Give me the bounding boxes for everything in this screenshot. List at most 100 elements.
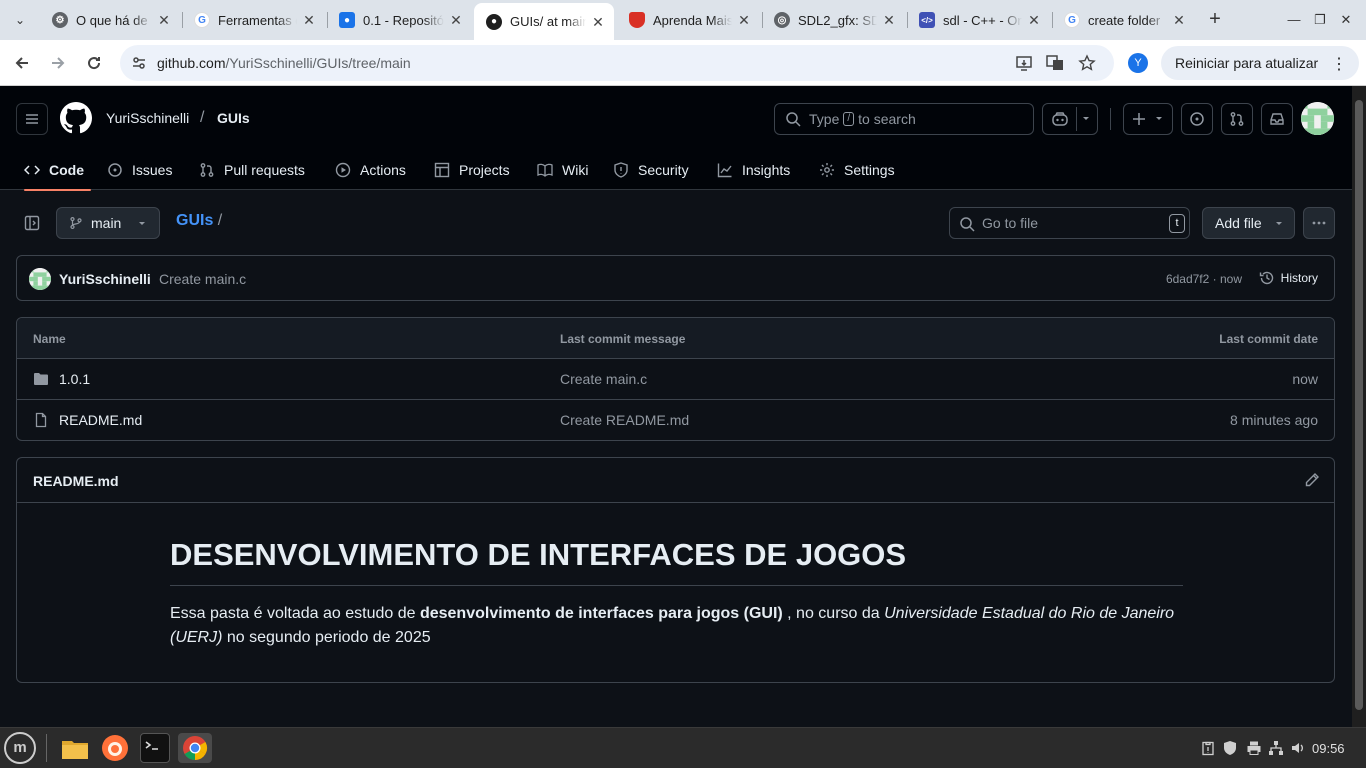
go-to-file-input[interactable]: Go to file t: [949, 207, 1190, 239]
readme-text: , no curso da: [782, 605, 885, 622]
install-app-icon[interactable]: [1015, 54, 1033, 72]
bookmark-star-icon[interactable]: [1078, 54, 1096, 72]
clipboard-icon[interactable]: [1200, 740, 1216, 756]
forward-arrow-icon[interactable]: [44, 49, 72, 77]
create-new-button[interactable]: [1123, 103, 1173, 135]
table-row[interactable]: 1.0.1 Create main.c now: [17, 359, 1334, 400]
commit-hash-time[interactable]: 6dad7f2 · now: [1166, 272, 1242, 286]
chrome-taskbar-icon[interactable]: [178, 733, 212, 763]
path-repo-link[interactable]: GUIs: [176, 212, 213, 229]
browser-tab[interactable]: </> sdl - C++ - On ✕: [907, 5, 1050, 35]
tab-code[interactable]: Code: [24, 150, 91, 191]
browser-tab[interactable]: ◎ SDL2_gfx: SDL ✕: [762, 5, 905, 35]
file-manager-icon[interactable]: [60, 733, 90, 763]
tab-security[interactable]: Security: [613, 150, 689, 190]
close-tab-icon[interactable]: ✕: [1026, 12, 1042, 28]
tab-projects[interactable]: Projects: [434, 150, 510, 190]
file-name-link[interactable]: README.md: [59, 412, 142, 428]
back-arrow-icon[interactable]: [8, 49, 36, 77]
issues-header-button[interactable]: [1181, 103, 1213, 135]
printer-icon[interactable]: [1246, 740, 1262, 756]
commit-author-avatar[interactable]: [29, 268, 51, 290]
browser-tab[interactable]: ⚙ O que há de novo no Chrome ✕: [40, 5, 180, 35]
address-bar[interactable]: github.com/YuriSschinelli/GUIs/tree/main: [120, 45, 1114, 81]
go-to-file-placeholder: Go to file: [982, 215, 1039, 231]
breadcrumb-separator: /: [200, 109, 205, 126]
commit-author[interactable]: YuriSschinelli: [59, 271, 151, 287]
new-tab-plus-icon[interactable]: +: [1203, 8, 1227, 32]
tab-settings[interactable]: Settings: [819, 150, 895, 190]
expand-file-tree-icon[interactable]: [16, 207, 48, 239]
breadcrumb-repo[interactable]: GUIs: [217, 110, 250, 126]
close-tab-icon[interactable]: ✕: [156, 12, 172, 28]
close-tab-icon[interactable]: ✕: [448, 12, 464, 28]
browser-tab[interactable]: Aprenda Mais ✕: [617, 5, 760, 35]
pull-request-icon: [200, 163, 214, 177]
add-file-button[interactable]: Add file: [1202, 207, 1295, 239]
tab-issues[interactable]: Issues: [107, 150, 172, 190]
chevron-down-icon: [139, 222, 145, 225]
play-icon: [335, 162, 351, 178]
commit-message[interactable]: Create main.c: [159, 271, 246, 287]
close-tab-icon[interactable]: ✕: [736, 12, 752, 28]
os-taskbar: m 09:56: [0, 727, 1366, 768]
tab-wiki[interactable]: Wiki: [537, 150, 588, 190]
branch-selector-button[interactable]: main: [56, 207, 160, 239]
github-icon: ●: [486, 13, 502, 30]
breadcrumb-owner[interactable]: YuriSschinelli: [106, 110, 189, 126]
add-file-label: Add file: [1215, 215, 1262, 231]
close-tab-icon[interactable]: ✕: [301, 12, 317, 28]
file-name-link[interactable]: 1.0.1: [59, 371, 90, 387]
start-menu-icon[interactable]: m: [4, 732, 36, 764]
table-row[interactable]: README.md Create README.md 8 minutes ago: [17, 400, 1334, 440]
minimize-icon[interactable]: —: [1284, 10, 1304, 30]
user-avatar[interactable]: [1301, 102, 1334, 135]
row-commit-message[interactable]: Create README.md: [560, 412, 689, 428]
translate-icon[interactable]: [1046, 54, 1064, 72]
kebab-menu-icon[interactable]: ⋮: [1331, 54, 1347, 74]
browser-tab[interactable]: G Ferramentas do Google ✕: [182, 5, 325, 35]
update-shield-icon[interactable]: [1222, 740, 1238, 756]
inbox-button[interactable]: [1261, 103, 1293, 135]
terminal-icon[interactable]: [140, 733, 170, 763]
close-tab-icon[interactable]: ✕: [590, 14, 606, 30]
browser-tab[interactable]: ● 0.1 - Repositório ✕: [327, 5, 472, 35]
readme-paragraph: Essa pasta é voltada ao estudo de desenv…: [170, 602, 1183, 650]
browser-tab-active[interactable]: ● GUIs/ at main ✕: [474, 3, 614, 40]
network-icon[interactable]: [1268, 740, 1284, 756]
close-tab-icon[interactable]: ✕: [1171, 12, 1187, 28]
github-logo-icon[interactable]: [60, 102, 92, 134]
hamburger-menu-icon[interactable]: [16, 103, 48, 135]
tab-actions[interactable]: Actions: [335, 150, 406, 190]
site-info-icon[interactable]: [130, 54, 148, 72]
profile-avatar[interactable]: Y: [1128, 53, 1148, 73]
page-scrollbar[interactable]: [1352, 86, 1366, 727]
close-window-icon[interactable]: ✕: [1336, 10, 1356, 30]
history-link[interactable]: History: [1259, 270, 1318, 286]
shield-icon: [629, 12, 645, 28]
globe-icon: ◎: [774, 12, 790, 28]
search-suffix: to search: [858, 111, 916, 127]
restart-update-button[interactable]: Reiniciar para atualizar ⋮: [1161, 46, 1359, 80]
copilot-button[interactable]: [1042, 103, 1098, 135]
readme-title[interactable]: README.md: [33, 473, 119, 489]
taskbar-clock[interactable]: 09:56: [1312, 741, 1345, 756]
browser-tab[interactable]: G create folder ✕: [1052, 5, 1195, 35]
tab-search-chevron-icon[interactable]: ⌄: [8, 8, 32, 32]
row-commit-message[interactable]: Create main.c: [560, 371, 647, 387]
tab-pull-requests[interactable]: Pull requests: [199, 150, 305, 190]
tab-insights[interactable]: Insights: [717, 150, 790, 190]
reload-icon[interactable]: [80, 49, 108, 77]
edit-pencil-icon[interactable]: [1304, 472, 1320, 488]
inbox-icon: [1270, 113, 1284, 125]
maximize-icon[interactable]: ❐: [1310, 10, 1330, 30]
file-table: Name Last commit message Last commit dat…: [16, 317, 1335, 441]
global-search-input[interactable]: Type / to search: [774, 103, 1034, 135]
scrollbar-thumb[interactable]: [1355, 100, 1363, 710]
more-options-button[interactable]: [1303, 207, 1335, 239]
pull-requests-header-button[interactable]: [1221, 103, 1253, 135]
url-text[interactable]: github.com/YuriSschinelli/GUIs/tree/main: [157, 55, 411, 71]
volume-icon[interactable]: [1290, 740, 1306, 756]
firefox-icon[interactable]: [100, 733, 130, 763]
close-tab-icon[interactable]: ✕: [881, 12, 897, 28]
